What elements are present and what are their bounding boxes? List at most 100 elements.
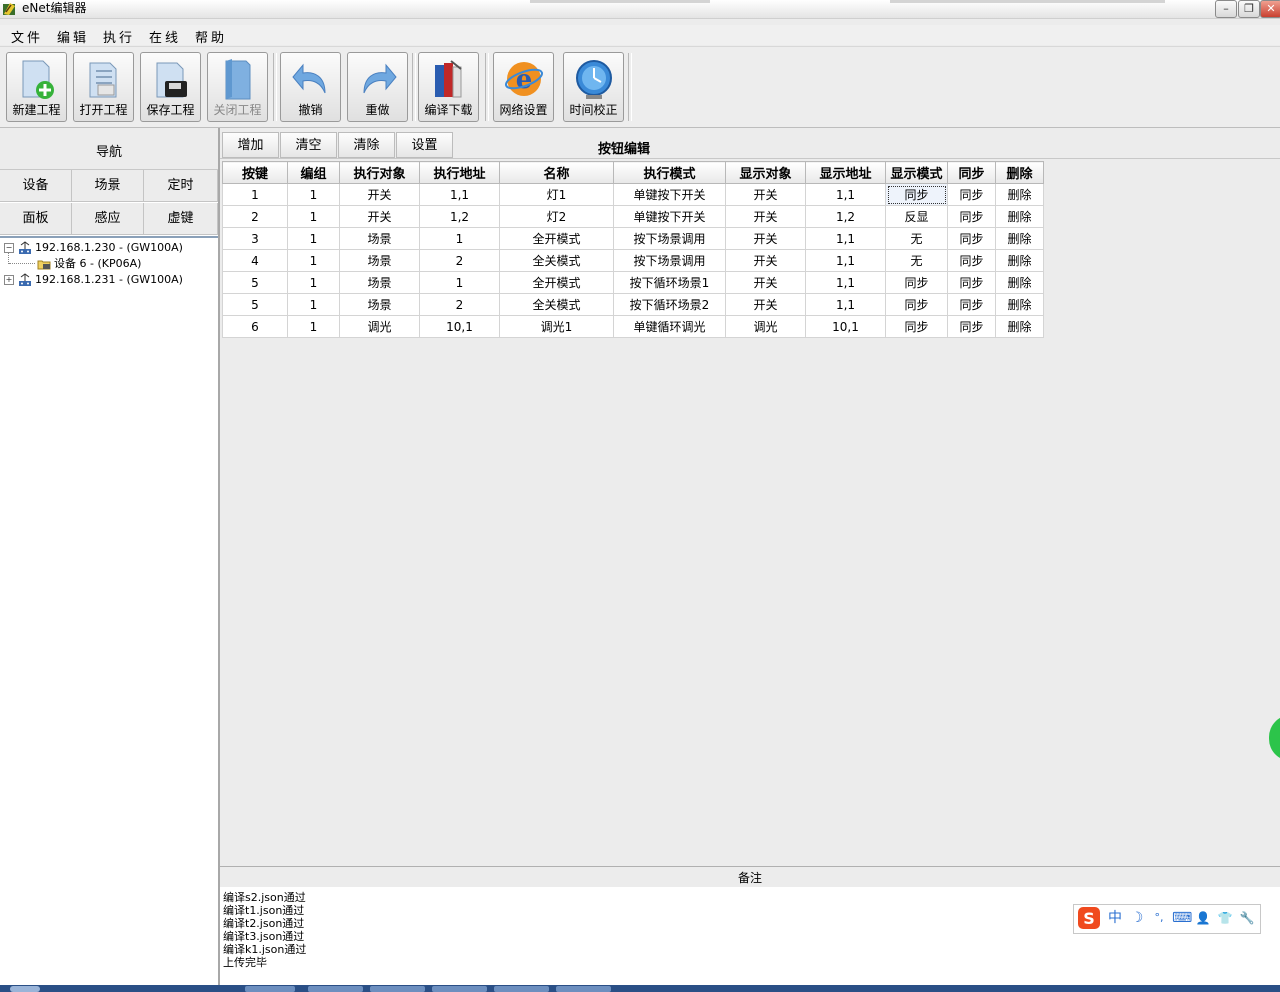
cell-display-address[interactable]: 1,1 [805, 249, 886, 272]
tree-node-device-6[interactable]: 设备 6 - (KP06A) [0, 256, 218, 272]
cell-exec-address[interactable]: 2 [419, 249, 500, 272]
cell-group[interactable]: 1 [287, 249, 340, 272]
cell-exec-target[interactable]: 场景 [339, 249, 420, 272]
tree-node-gateway-231[interactable]: + 192.168.1.231 - (GW100A) [0, 272, 218, 288]
cell-delete[interactable]: 删除 [995, 183, 1044, 206]
cell-display-target[interactable]: 开关 [725, 205, 806, 228]
cell-exec-target[interactable]: 场景 [339, 227, 420, 250]
cell-sync[interactable]: 同步 [947, 271, 996, 294]
cell-delete[interactable]: 删除 [995, 315, 1044, 338]
cell-name[interactable]: 全开模式 [499, 227, 614, 250]
cell-delete[interactable]: 删除 [995, 271, 1044, 294]
cell-exec-address[interactable]: 1 [419, 271, 500, 294]
column-header[interactable]: 同步 [947, 161, 996, 184]
user-icon[interactable]: 👤 [1194, 909, 1212, 927]
time-calibration-button[interactable]: 时间校正 [563, 52, 624, 122]
skin-shirt-icon[interactable]: 👕 [1216, 909, 1234, 927]
column-header[interactable]: 显示对象 [725, 161, 806, 184]
cell-display-mode[interactable]: 同步 [885, 315, 948, 338]
open-project-button[interactable]: 打开工程 [73, 52, 134, 122]
taskbar-item[interactable] [370, 986, 425, 992]
column-header[interactable]: 执行对象 [339, 161, 420, 184]
nav-virtual-key-button[interactable]: 虚键 [144, 203, 218, 235]
column-header[interactable]: 编组 [287, 161, 340, 184]
column-header[interactable]: 执行模式 [613, 161, 726, 184]
table-row[interactable]: 5 1 场景 2 全关模式 按下循环场景2 开关 1,1 同步 同步 删除 [222, 293, 1044, 316]
column-header[interactable]: 执行地址 [419, 161, 500, 184]
cell-sync[interactable]: 同步 [947, 315, 996, 338]
cell-exec-address[interactable]: 10,1 [419, 315, 500, 338]
cell-name[interactable]: 灯2 [499, 205, 614, 228]
cell-delete[interactable]: 删除 [995, 227, 1044, 250]
menu-edit[interactable]: 编辑 [57, 27, 89, 46]
new-project-button[interactable]: 新建工程 [6, 52, 67, 122]
cell-exec-address[interactable]: 1,1 [419, 183, 500, 206]
menu-file[interactable]: 文件 [11, 27, 43, 46]
cell-display-target[interactable]: 调光 [725, 315, 806, 338]
cell-exec-address[interactable]: 1,2 [419, 205, 500, 228]
column-header[interactable]: 显示模式 [885, 161, 948, 184]
expand-icon[interactable]: + [4, 275, 14, 285]
taskbar-item[interactable] [308, 986, 363, 992]
table-row[interactable]: 1 1 开关 1,1 灯1 单键按下开关 开关 1,1 同步 同步 删除 [222, 183, 1044, 206]
column-header[interactable]: 删除 [995, 161, 1044, 184]
minimize-button[interactable]: – [1215, 0, 1237, 18]
cell-exec-address[interactable]: 2 [419, 293, 500, 316]
cell-sync[interactable]: 同步 [947, 227, 996, 250]
cell-exec-target[interactable]: 开关 [339, 205, 420, 228]
cell-display-address[interactable]: 1,1 [805, 183, 886, 206]
column-header[interactable]: 显示地址 [805, 161, 886, 184]
cell-display-target[interactable]: 开关 [725, 249, 806, 272]
half-width-moon-icon[interactable]: ☽ [1128, 909, 1146, 927]
network-settings-button[interactable]: e 网络设置 [493, 52, 554, 122]
restore-button[interactable]: ❐ [1238, 0, 1260, 18]
cell-exec-target[interactable]: 调光 [339, 315, 420, 338]
cell-display-target[interactable]: 开关 [725, 271, 806, 294]
cell-exec-mode[interactable]: 单键循环调光 [613, 315, 726, 338]
cell-display-target[interactable]: 开关 [725, 183, 806, 206]
column-header[interactable]: 名称 [499, 161, 614, 184]
taskbar-item[interactable] [432, 986, 487, 992]
nav-sensor-button[interactable]: 感应 [72, 203, 144, 235]
table-row[interactable]: 3 1 场景 1 全开模式 按下场景调用 开关 1,1 无同步 删除 [222, 227, 1044, 250]
cell-key[interactable]: 6 [222, 315, 288, 338]
cell-delete[interactable]: 删除 [995, 249, 1044, 272]
cell-name[interactable]: 调光1 [499, 315, 614, 338]
cell-name[interactable]: 全关模式 [499, 249, 614, 272]
cell-exec-mode[interactable]: 单键按下开关 [613, 205, 726, 228]
nav-panel-button[interactable]: 面板 [0, 203, 72, 235]
cell-group[interactable]: 1 [287, 227, 340, 250]
taskbar-item[interactable] [556, 986, 611, 992]
cell-exec-mode[interactable]: 按下场景调用 [613, 249, 726, 272]
cell-exec-address[interactable]: 1 [419, 227, 500, 250]
cell-display-target[interactable]: 开关 [725, 293, 806, 316]
remove-button[interactable]: 清除 [338, 132, 395, 158]
cell-exec-mode[interactable]: 按下循环场景2 [613, 293, 726, 316]
tree-node-gateway-230[interactable]: − 192.168.1.230 - (GW100A) [0, 240, 218, 256]
cell-exec-mode[interactable]: 单键按下开关 [613, 183, 726, 206]
cell-group[interactable]: 1 [287, 293, 340, 316]
cell-group[interactable]: 1 [287, 315, 340, 338]
cell-group[interactable]: 1 [287, 205, 340, 228]
cell-sync[interactable]: 同步 [947, 249, 996, 272]
close-button[interactable]: ✕ [1260, 0, 1280, 18]
cell-exec-mode[interactable]: 按下循环场景1 [613, 271, 726, 294]
cell-key[interactable]: 5 [222, 293, 288, 316]
cell-exec-mode[interactable]: 按下场景调用 [613, 227, 726, 250]
cell-display-mode[interactable]: 同步 [885, 293, 948, 316]
cell-key[interactable]: 3 [222, 227, 288, 250]
notes-log[interactable]: 编译s2.json通过 编译t1.json通过 编译t2.json通过 编译t3… [220, 887, 1280, 985]
start-button[interactable] [10, 986, 40, 992]
column-header[interactable]: 按键 [222, 161, 288, 184]
save-project-button[interactable]: 保存工程 [140, 52, 201, 122]
menu-execute[interactable]: 执行 [103, 27, 135, 46]
cell-exec-target[interactable]: 场景 [339, 293, 420, 316]
cell-display-mode[interactable]: 无 [885, 227, 948, 250]
cell-name[interactable]: 全开模式 [499, 271, 614, 294]
cell-display-mode[interactable]: 同步 [885, 271, 948, 294]
settings-button[interactable]: 设置 [396, 132, 453, 158]
cell-display-mode[interactable]: 同步 [885, 183, 948, 206]
nav-device-button[interactable]: 设备 [0, 170, 72, 202]
cell-group[interactable]: 1 [287, 271, 340, 294]
cell-display-address[interactable]: 1,2 [805, 205, 886, 228]
